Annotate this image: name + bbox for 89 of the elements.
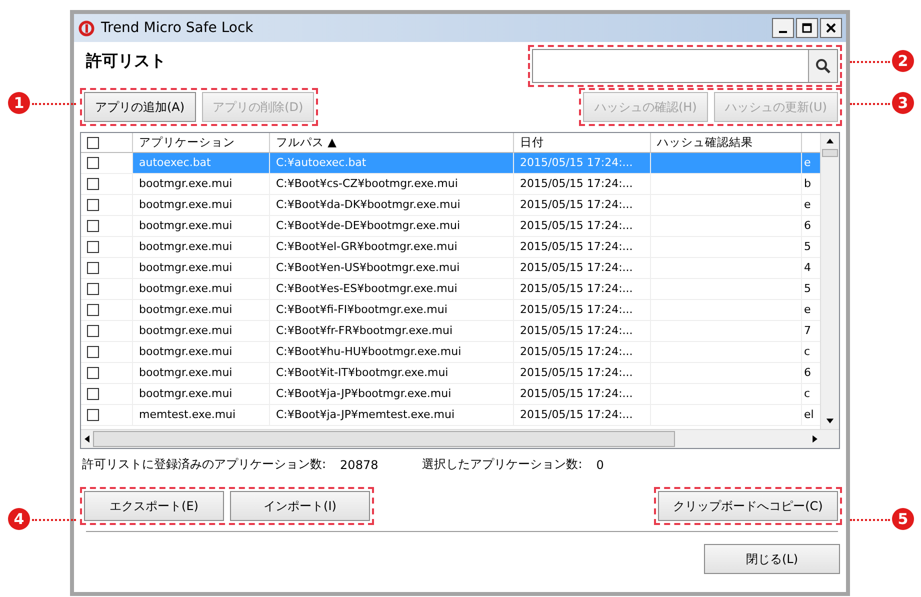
checkbox[interactable] [87,262,99,274]
checkbox[interactable] [87,388,99,400]
table-cell: bootmgr.exe.mui [133,258,270,279]
table-cell: C:¥Boot¥el-GR¥bootmgr.exe.mui [270,237,514,258]
checkbox[interactable] [87,304,99,316]
table-cell: C:¥Boot¥da-DK¥bootmgr.exe.mui [270,195,514,216]
table-cell: bootmgr.exe.mui [133,342,270,363]
horizontal-scrollbar[interactable] [81,429,839,448]
table-cell: bootmgr.exe.mui [133,195,270,216]
window-title: Trend Micro Safe Lock [101,20,254,36]
count-value: 20878 [340,458,378,472]
table-cell: 2015/05/15 17:24:... [514,321,651,342]
table-cell: 2015/05/15 17:24:... [514,258,651,279]
leader-line [850,61,890,63]
table-cell: 2015/05/15 17:24:... [514,153,651,174]
table-cell: bootmgr.exe.mui [133,363,270,384]
checkbox[interactable] [87,220,99,232]
table-cell: C:¥Boot¥it-IT¥bootmgr.exe.mui [270,363,514,384]
checkbox[interactable] [87,199,99,211]
table-cell: 2015/05/15 17:24:... [514,363,651,384]
action-button[interactable]: エクスポート(E) [84,491,224,521]
close-icon [825,22,837,34]
checkbox[interactable] [87,367,99,379]
minimize-icon [779,31,787,33]
maximize-icon [801,22,813,34]
page-heading: 許可リスト [86,51,166,72]
search-icon [815,58,831,74]
checkbox[interactable] [87,346,99,358]
count-label: 許可リストに登録済みのアプリケーション数: [82,456,326,473]
table-cell: C:¥Boot¥hu-HU¥bootmgr.exe.mui [270,342,514,363]
checkbox[interactable] [87,409,99,421]
checkbox[interactable] [87,241,99,253]
table-cell: 2015/05/15 17:24:... [514,216,651,237]
search-button[interactable] [808,50,837,82]
minimize-button[interactable] [772,18,794,38]
table-cell: bootmgr.exe.mui [133,279,270,300]
table-cell: bootmgr.exe.mui [133,384,270,405]
scroll-thumb[interactable] [822,149,838,157]
callout-number: 4 [8,508,30,530]
leader-line [850,103,890,105]
table-cell: bootmgr.exe.mui [133,237,270,258]
callout-number: 2 [892,50,914,72]
copy-button[interactable]: クリップボードへコピー(C) [658,491,838,521]
checkbox[interactable] [87,325,99,337]
table-cell: bootmgr.exe.mui [133,174,270,195]
table-cell: bootmgr.exe.mui [133,300,270,321]
column-header[interactable] [81,133,133,153]
checkbox[interactable] [87,178,99,190]
leader-line [850,519,890,521]
table-cell: C:¥autoexec.bat [270,153,514,174]
close-button[interactable] [820,18,842,38]
table-cell: 2015/05/15 17:24:... [514,405,651,426]
callout-number: 5 [892,508,914,530]
table-cell: memtest.exe.mui [133,405,270,426]
table-cell: C:¥Boot¥cs-CZ¥bootmgr.exe.mui [270,174,514,195]
count-label: 選択したアプリケーション数: [422,456,582,473]
table-cell: bootmgr.exe.mui [133,216,270,237]
table-cell: C:¥Boot¥es-ES¥bootmgr.exe.mui [270,279,514,300]
checkbox[interactable] [87,136,99,148]
table-cell: 2015/05/15 17:24:... [514,237,651,258]
leader-line [32,519,76,521]
logo-icon [78,20,95,36]
scroll-thumb[interactable] [93,431,675,447]
callout-number: 3 [892,92,914,114]
table-cell: C:¥Boot¥en-US¥bootmgr.exe.mui [270,258,514,279]
table-cell: C:¥Boot¥fr-FR¥bootmgr.exe.mui [270,321,514,342]
count-value: 0 [596,458,604,472]
checkbox[interactable] [87,283,99,295]
close-dialog-button[interactable]: 閉じる(L) [704,544,840,574]
table-cell: 2015/05/15 17:24:... [514,300,651,321]
table-cell: C:¥Boot¥ja-JP¥memtest.exe.mui [270,405,514,426]
table-cell: 2015/05/15 17:24:... [514,384,651,405]
table-cell: C:¥Boot¥ja-JP¥bootmgr.exe.mui [270,384,514,405]
table-cell: C:¥Boot¥fi-FI¥bootmgr.exe.mui [270,300,514,321]
toolbar-button[interactable]: アプリの追加(A) [84,92,196,122]
table-cell: autoexec.bat [133,153,270,174]
maximize-button[interactable] [796,18,818,38]
vertical-scrollbar[interactable] [820,133,839,429]
table-cell: 2015/05/15 17:24:... [514,342,651,363]
table-cell: bootmgr.exe.mui [133,321,270,342]
table-cell: 2015/05/15 17:24:... [514,279,651,300]
checkbox[interactable] [87,157,99,169]
leader-line [32,103,76,105]
table-cell: 2015/05/15 17:24:... [514,174,651,195]
action-button[interactable]: インポート(I) [230,491,370,521]
table-cell: 2015/05/15 17:24:... [514,195,651,216]
table-cell: C:¥Boot¥de-DE¥bootmgr.exe.mui [270,216,514,237]
callout-number: 1 [8,92,30,114]
table-cell: e [802,153,820,174]
